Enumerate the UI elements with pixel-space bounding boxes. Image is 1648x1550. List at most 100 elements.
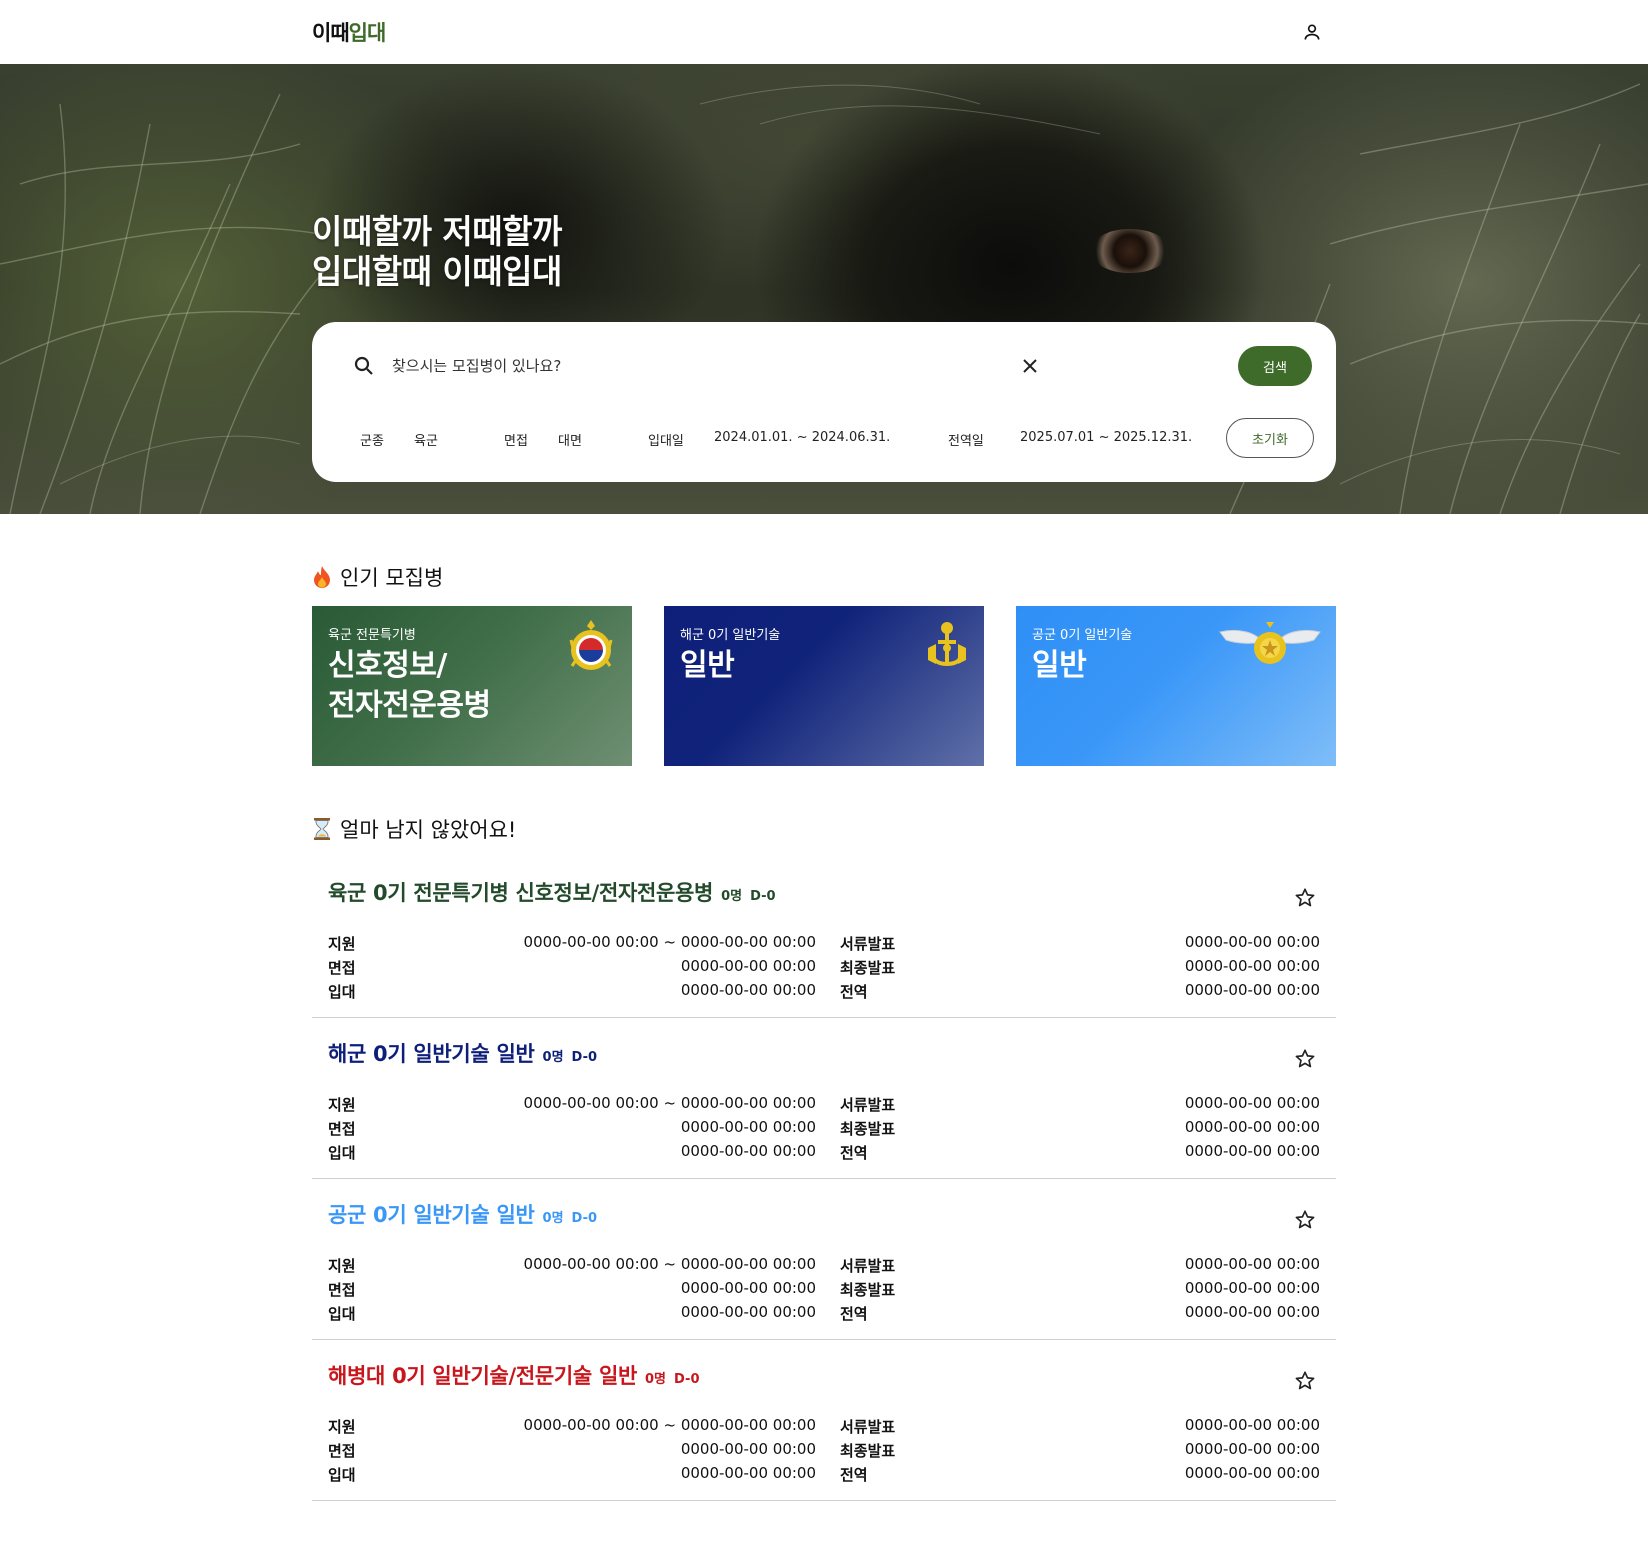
filter-enlist-label: 입대일 — [648, 434, 684, 449]
card-title-line-1: 신호정보/ — [328, 648, 447, 683]
label-enlist: 입대 — [328, 983, 356, 1001]
recruit-dday: D-0 — [571, 1211, 598, 1226]
value-discharge: 0000-00-00 00:00 — [1184, 1142, 1320, 1160]
popular-section-title: 인기 모집병 — [312, 562, 443, 592]
hero-eye-detail — [1090, 229, 1170, 273]
value-enlist: 0000-00-00 00:00 — [680, 1464, 816, 1482]
label-interview: 면접 — [328, 959, 356, 977]
label-doc-result: 서류발표 — [840, 1257, 896, 1275]
navy-emblem-icon — [924, 618, 970, 676]
filter-discharge-range[interactable]: 2025.07.01 ~ 2025.12.31. — [1020, 430, 1192, 445]
schedule-grid: 지원 0000-00-00 00:00 ~ 0000-00-00 00:00 서류발… — [328, 1416, 1320, 1488]
label-doc-result: 서류발표 — [840, 1418, 896, 1436]
value-doc-result: 0000-00-00 00:00 — [1184, 1416, 1320, 1434]
filter-interview-select[interactable]: 대면 — [558, 430, 582, 449]
value-interview: 0000-00-00 00:00 — [680, 1279, 816, 1297]
site-logo[interactable]: 이때 입대 — [312, 18, 386, 46]
value-discharge: 0000-00-00 00:00 — [1184, 981, 1320, 999]
hero-title-line-2: 입대할때 이때입대 — [312, 252, 562, 291]
label-final-result: 최종발표 — [840, 1442, 896, 1460]
list-item[interactable]: 공군 0기 일반기술 일반 0명 D-0 지원 0000-00-00 00:00 … — [312, 1179, 1336, 1340]
recruit-count: 0명 — [542, 1050, 564, 1065]
value-apply: 0000-00-00 00:00 ~ 0000-00-00 00:00 — [523, 1255, 816, 1273]
label-discharge: 전역 — [840, 1144, 868, 1162]
label-final-result: 최종발표 — [840, 959, 896, 977]
list-item[interactable]: 육군 0기 전문특기병 신호정보/전자전운용병 0명 D-0 지원 0000-00… — [312, 857, 1336, 1018]
hourglass-icon — [312, 817, 334, 841]
star-icon[interactable] — [1292, 1046, 1318, 1072]
label-discharge: 전역 — [840, 1305, 868, 1323]
card-subtitle: 해군 0기 일반기술 — [680, 628, 781, 643]
value-discharge: 0000-00-00 00:00 — [1184, 1303, 1320, 1321]
label-discharge: 전역 — [840, 1466, 868, 1484]
deadline-section-title: 얼마 남지 않았어요! — [312, 814, 516, 844]
filter-enlist-range[interactable]: 2024.01.01. ~ 2024.06.31. — [714, 430, 890, 445]
value-interview: 0000-00-00 00:00 — [680, 1118, 816, 1136]
card-subtitle: 육군 전문특기병 — [328, 628, 416, 643]
search-card: 검색 군종 육군 면접 대면 입대일 2024.01.01. ~ 2024.06… — [312, 322, 1336, 482]
label-apply: 지원 — [328, 1257, 356, 1275]
army-emblem-icon — [568, 618, 614, 678]
filter-branch-select[interactable]: 육군 — [414, 430, 438, 449]
label-apply: 지원 — [328, 935, 356, 953]
value-interview: 0000-00-00 00:00 — [680, 1440, 816, 1458]
fire-icon — [312, 565, 334, 589]
list-item[interactable]: 해군 0기 일반기술 일반 0명 D-0 지원 0000-00-00 00:00 … — [312, 1018, 1336, 1179]
schedule-grid: 지원 0000-00-00 00:00 ~ 0000-00-00 00:00 서류발… — [328, 933, 1320, 1005]
recruit-title-text: 육군 0기 전문특기병 신호정보/전자전운용병 — [328, 881, 714, 905]
value-discharge: 0000-00-00 00:00 — [1184, 1464, 1320, 1482]
recruit-title: 해병대 0기 일반기술/전문기술 일반 0명 D-0 — [328, 1360, 700, 1390]
star-icon[interactable] — [1292, 1207, 1318, 1233]
search-input[interactable] — [392, 350, 992, 382]
value-enlist: 0000-00-00 00:00 — [680, 1142, 816, 1160]
reset-button[interactable]: 초기화 — [1226, 418, 1314, 458]
schedule-grid: 지원 0000-00-00 00:00 ~ 0000-00-00 00:00 서류발… — [328, 1094, 1320, 1166]
recruit-count: 0명 — [542, 1211, 564, 1226]
filter-branch-label: 군종 — [360, 434, 384, 449]
value-doc-result: 0000-00-00 00:00 — [1184, 1094, 1320, 1112]
clear-icon[interactable] — [1018, 354, 1042, 378]
label-apply: 지원 — [328, 1418, 356, 1436]
recruit-title-text: 공군 0기 일반기술 일반 — [328, 1203, 535, 1227]
value-final-result: 0000-00-00 00:00 — [1184, 1118, 1320, 1136]
hero-title: 이때할까 저때할까 입대할때 이때입대 — [312, 212, 562, 292]
label-doc-result: 서류발표 — [840, 1096, 896, 1114]
star-icon[interactable] — [1292, 885, 1318, 911]
card-title: 일반 — [680, 646, 920, 686]
popular-card-airforce[interactable]: 공군 0기 일반기술 일반 — [1016, 606, 1336, 766]
schedule-grid: 지원 0000-00-00 00:00 ~ 0000-00-00 00:00 서류발… — [328, 1255, 1320, 1327]
popular-card-navy[interactable]: 해군 0기 일반기술 일반 — [664, 606, 984, 766]
value-final-result: 0000-00-00 00:00 — [1184, 1440, 1320, 1458]
recruit-count: 0명 — [721, 889, 743, 904]
user-icon[interactable] — [1298, 18, 1326, 46]
top-header: 이때 입대 — [0, 0, 1648, 64]
search-icon — [352, 354, 376, 378]
value-apply: 0000-00-00 00:00 ~ 0000-00-00 00:00 — [523, 933, 816, 951]
card-title: 신호정보/ 전자전운용병 — [328, 646, 568, 726]
recruit-dday: D-0 — [750, 889, 776, 904]
label-enlist: 입대 — [328, 1305, 356, 1323]
recruit-title-text: 해군 0기 일반기술 일반 — [328, 1042, 535, 1066]
popular-title-text: 인기 모집병 — [340, 566, 444, 590]
value-doc-result: 0000-00-00 00:00 — [1184, 1255, 1320, 1273]
label-interview: 면접 — [328, 1120, 356, 1138]
value-interview: 0000-00-00 00:00 — [680, 957, 816, 975]
popular-card-army[interactable]: 육군 전문특기병 신호정보/ 전자전운용병 — [312, 606, 632, 766]
value-doc-result: 0000-00-00 00:00 — [1184, 933, 1320, 951]
search-button[interactable]: 검색 — [1238, 346, 1312, 386]
card-title-line-1: 일반 — [680, 648, 735, 683]
filter-discharge-label: 전역일 — [948, 434, 984, 449]
recruit-title: 육군 0기 전문특기병 신호정보/전자전운용병 0명 D-0 — [328, 877, 776, 907]
recruit-title: 공군 0기 일반기술 일반 0명 D-0 — [328, 1199, 597, 1229]
recruit-count: 0명 — [645, 1372, 667, 1387]
label-enlist: 입대 — [328, 1144, 356, 1162]
value-enlist: 0000-00-00 00:00 — [680, 1303, 816, 1321]
value-final-result: 0000-00-00 00:00 — [1184, 1279, 1320, 1297]
recruit-dday: D-0 — [674, 1372, 700, 1387]
list-item[interactable]: 해병대 0기 일반기술/전문기술 일반 0명 D-0 지원 0000-00-00 … — [312, 1340, 1336, 1501]
star-icon[interactable] — [1292, 1368, 1318, 1394]
label-final-result: 최종발표 — [840, 1120, 896, 1138]
recruit-title: 해군 0기 일반기술 일반 0명 D-0 — [328, 1038, 597, 1068]
value-enlist: 0000-00-00 00:00 — [680, 981, 816, 999]
hero-title-line-1: 이때할까 저때할까 — [312, 212, 562, 251]
